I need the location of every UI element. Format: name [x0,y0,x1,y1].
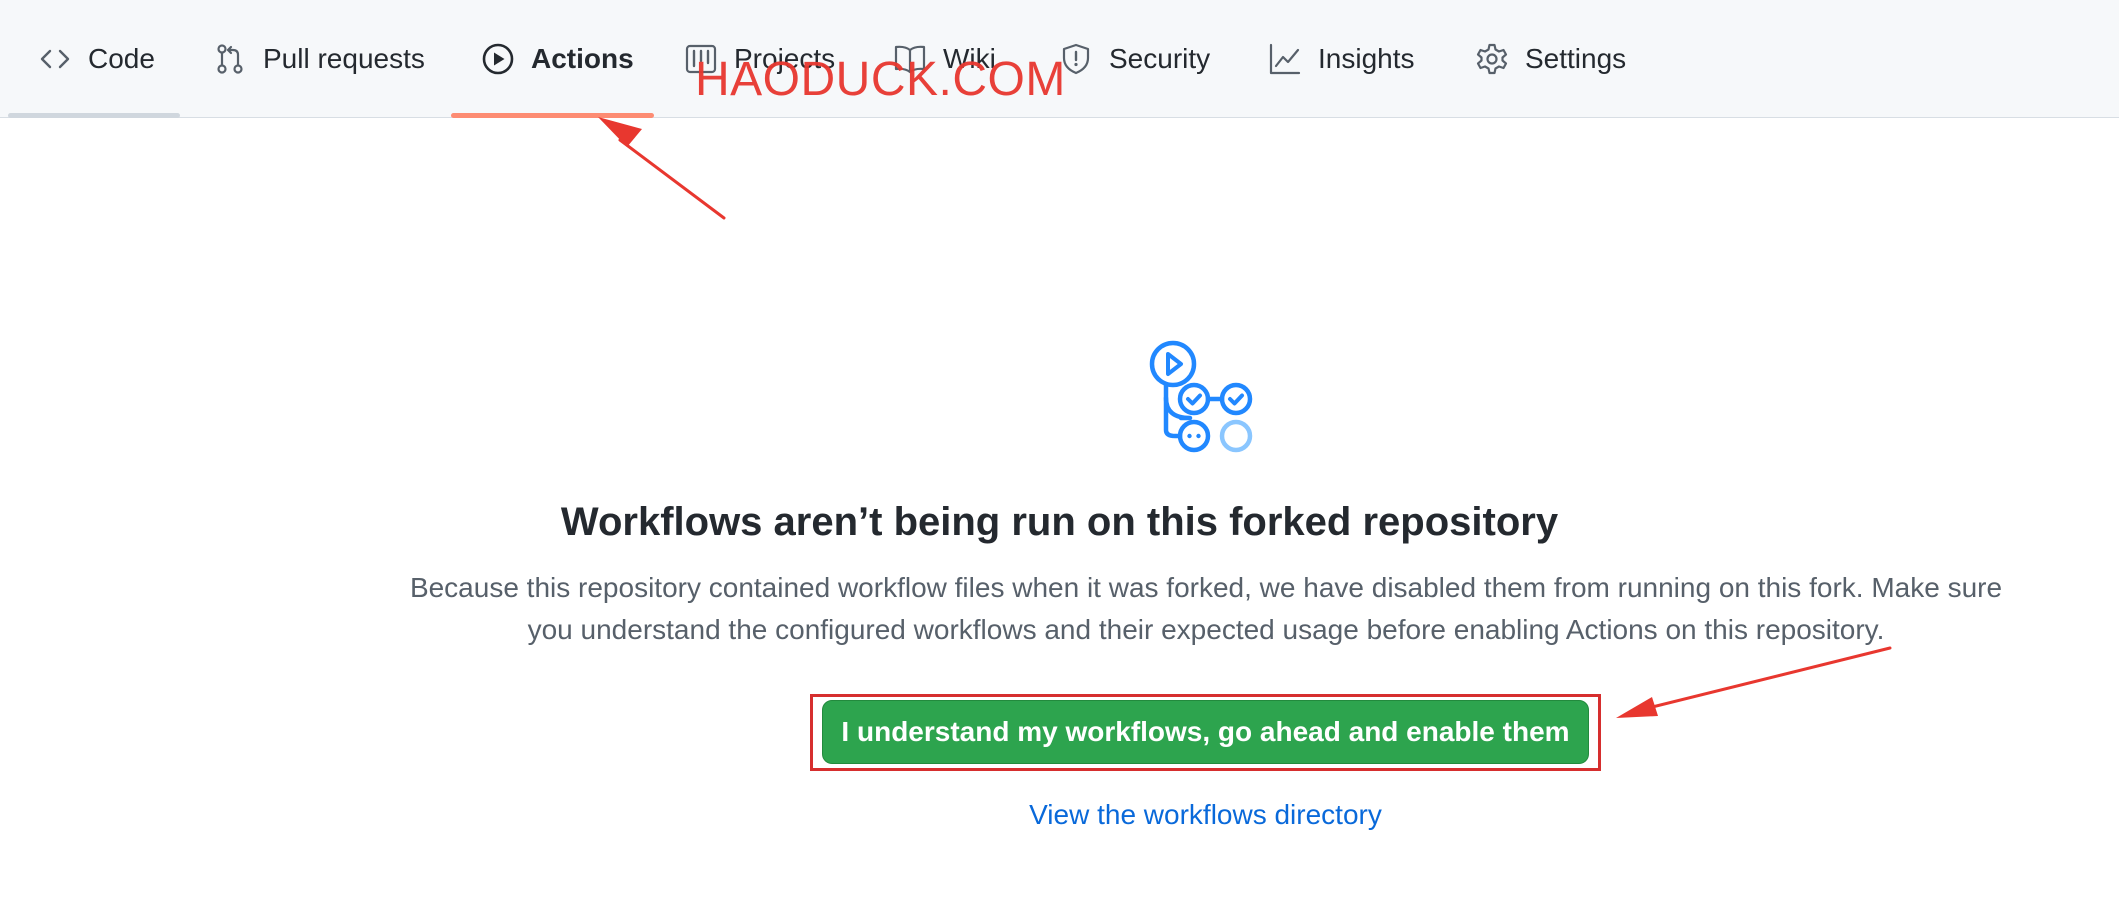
tab-pull-requests[interactable]: Pull requests [213,0,425,118]
tab-wiki[interactable]: Wiki [893,0,996,118]
tab-label: Pull requests [263,43,425,74]
tab-insights[interactable]: Insights [1268,0,1415,118]
tab-actions-underline [451,113,654,118]
description: Because this repository contained workfl… [400,567,2012,651]
description-line: Because this repository contained workfl… [409,572,2003,603]
annotation-arrows [598,117,1892,718]
description-line: you understand the configured workflows … [527,614,1885,645]
tab-projects[interactable]: Projects [684,0,835,118]
play-icon [481,42,515,76]
workflow-graph-icon [1145,338,1269,462]
enable-workflows-button[interactable]: I understand my workflows, go ahead and … [822,700,1589,764]
tab-code[interactable]: Code [38,0,155,118]
tab-code-underline [8,113,180,118]
workflows-directory-link[interactable]: View the workflows directory [0,799,2119,831]
annotation-arrow-button [1616,646,1892,718]
annotation-arrow-actions [598,117,726,220]
tab-label: Actions [531,43,634,74]
tab-label: Security [1109,43,1211,74]
tab-label: Settings [1525,43,1627,74]
tab-label: Projects [734,43,836,74]
tab-actions[interactable]: Actions [481,0,634,118]
page-title: Workflows aren’t being run on this forke… [560,500,1559,544]
code-icon [38,42,72,76]
tab-label: Wiki [943,43,996,74]
git-pull-request-icon [213,42,247,76]
repo-nav: Code Pull requests Actions Projects Wiki… [0,0,2119,118]
shield-icon [1059,42,1093,76]
project-icon [684,42,718,76]
gear-icon [1475,42,1509,76]
tab-security[interactable]: Security [1059,0,1210,118]
tab-label: Insights [1318,43,1415,74]
tab-settings[interactable]: Settings [1475,0,1626,118]
graph-icon [1268,42,1302,76]
tab-label: Code [88,43,155,74]
book-icon [893,42,927,76]
